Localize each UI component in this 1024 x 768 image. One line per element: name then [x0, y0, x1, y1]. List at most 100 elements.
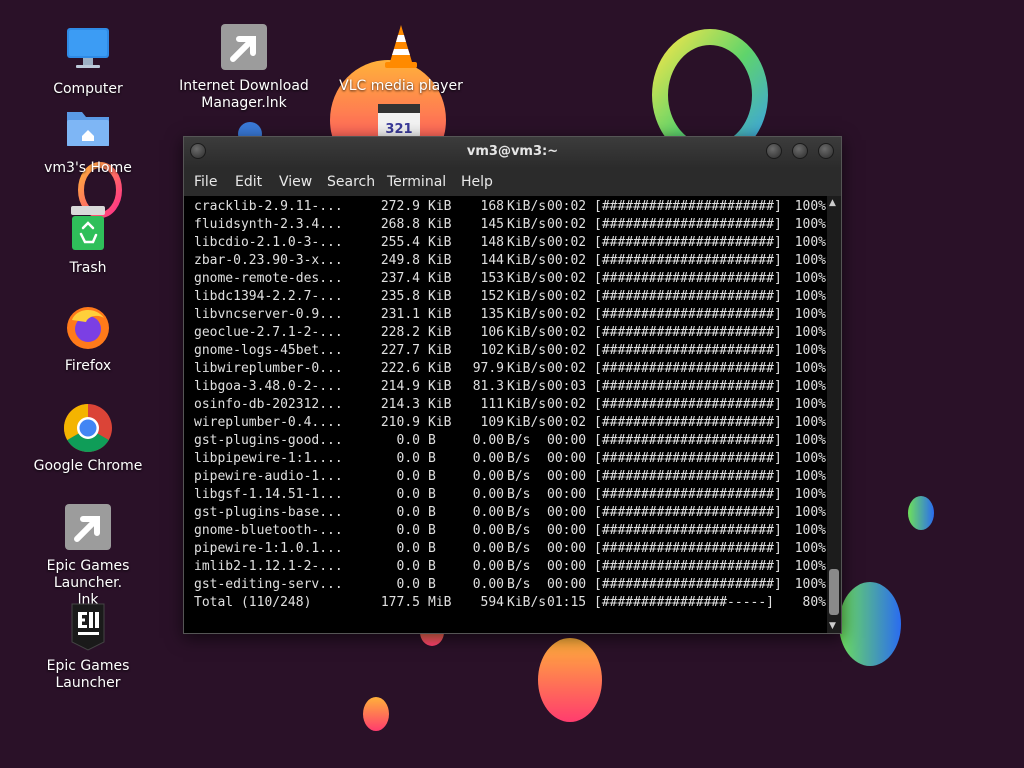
terminal-name: imlib2-1.12.1-2-...: [194, 559, 343, 574]
terminal-unit: KiB: [428, 253, 452, 268]
terminal-bar: [######################]: [594, 577, 782, 592]
terminal-rate-unit: KiB/s: [507, 199, 547, 214]
terminal-pct: 100%: [794, 199, 826, 214]
terminal-pct: 100%: [794, 451, 826, 466]
desktop-icon-label: Epic Games Launcher: [46, 658, 130, 691]
terminal-rate-unit: B/s: [507, 487, 531, 502]
terminal-rate-unit: KiB/s: [507, 415, 547, 430]
terminal-name: libwireplumber-0...: [194, 361, 343, 376]
menu-view[interactable]: View: [279, 174, 312, 190]
terminal-unit: B: [428, 487, 436, 502]
desktop-icon-home[interactable]: vm3's Home: [13, 104, 163, 177]
terminal-name: libgoa-3.48.0-2-...: [194, 379, 343, 394]
terminal-size: 0.0: [396, 487, 420, 502]
shortcut-icon: [218, 22, 270, 74]
close-button[interactable]: [818, 143, 834, 159]
terminal-time: 00:00: [547, 469, 587, 484]
terminal-size: 249.8: [380, 253, 420, 268]
terminal-size: 0.0: [396, 451, 420, 466]
terminal-pct: 100%: [794, 361, 826, 376]
terminal-name: pipewire-audio-1...: [194, 469, 343, 484]
terminal-time: 00:00: [547, 505, 587, 520]
terminal-name: libpipewire-1:1....: [194, 451, 343, 466]
terminal-scrollbar[interactable]: ▲ ▼: [827, 196, 841, 633]
menu-edit[interactable]: Edit: [235, 174, 262, 190]
scroll-down-arrow-icon[interactable]: ▼: [829, 621, 836, 631]
terminal-unit: KiB: [428, 307, 452, 322]
terminal-time: 00:00: [547, 487, 587, 502]
terminal-bar: [######################]: [594, 415, 782, 430]
epic-games-icon: [62, 602, 114, 654]
desktop-icon-google-chrome[interactable]: Google Chrome: [13, 402, 163, 475]
terminal-time: 00:02: [547, 199, 587, 214]
terminal-rate: 0.00: [472, 541, 504, 556]
scroll-up-arrow-icon[interactable]: ▲: [829, 198, 836, 208]
terminal-unit: B: [428, 523, 436, 538]
terminal-rate: 148: [480, 235, 504, 250]
terminal-unit: KiB: [428, 397, 452, 412]
terminal-pct: 100%: [794, 271, 826, 286]
terminal-bar: [######################]: [594, 253, 782, 268]
terminal-bar: [######################]: [594, 199, 782, 214]
terminal-rate: 594: [480, 595, 504, 610]
terminal-unit: KiB: [428, 271, 452, 286]
minimize-button[interactable]: [766, 143, 782, 159]
desktop-icon-vlc[interactable]: VLC media player: [326, 22, 476, 95]
menu-help[interactable]: Help: [461, 174, 493, 190]
terminal-time: 01:15: [547, 595, 587, 610]
terminal-menubar: File Edit View Search Terminal Help: [184, 168, 841, 196]
terminal-rate-unit: B/s: [507, 433, 531, 448]
terminal-time: 00:00: [547, 559, 587, 574]
desktop-icon-label: Internet Download Manager.lnk: [179, 78, 309, 111]
terminal-rate-unit: KiB/s: [507, 289, 547, 304]
desktop-icon-label: VLC media player: [339, 78, 463, 94]
desktop-icon-internet-download-manager[interactable]: Internet Download Manager.lnk: [169, 22, 319, 112]
desktop-icon-label: Google Chrome: [33, 458, 143, 474]
vlc-cone-icon: [375, 22, 427, 74]
desktop-icon-epic-games-launcher[interactable]: Epic Games Launcher: [13, 602, 163, 692]
desktop-icon-firefox[interactable]: Firefox: [13, 302, 163, 375]
terminal-rate: 97.9: [472, 361, 504, 376]
terminal-rate: 144: [480, 253, 504, 268]
scrollbar-thumb[interactable]: [829, 569, 839, 615]
terminal-rate: 0.00: [472, 433, 504, 448]
firefox-icon: [62, 302, 114, 354]
terminal-unit: B: [428, 469, 436, 484]
terminal-time: 00:00: [547, 433, 587, 448]
terminal-rate-unit: KiB/s: [507, 379, 547, 394]
terminal-rate-unit: KiB/s: [507, 595, 547, 610]
terminal-rate-unit: KiB/s: [507, 253, 547, 268]
terminal-titlebar[interactable]: vm3@vm3:~: [184, 137, 841, 168]
terminal-pct: 100%: [794, 343, 826, 358]
terminal-pct: 100%: [794, 505, 826, 520]
terminal-pct: 100%: [794, 559, 826, 574]
terminal-window[interactable]: vm3@vm3:~ File Edit View Search Terminal…: [183, 136, 842, 634]
desktop-icon-trash[interactable]: Trash: [13, 204, 163, 277]
terminal-name: gnome-logs-45bet...: [194, 343, 343, 358]
terminal-time: 00:00: [547, 577, 587, 592]
terminal-bar: [######################]: [594, 379, 782, 394]
desktop-icon-epic-games-launcher-lnk[interactable]: Epic Games Launcher. lnk: [13, 502, 163, 609]
terminal-unit: KiB: [428, 235, 452, 250]
desktop-icon-computer[interactable]: Computer: [13, 25, 163, 98]
menu-search[interactable]: Search: [327, 174, 375, 190]
menu-terminal[interactable]: Terminal: [387, 174, 446, 190]
terminal-name: geoclue-2.7.1-2-...: [194, 325, 343, 340]
menu-file[interactable]: File: [194, 174, 217, 190]
terminal-name: fluidsynth-2.3.4...: [194, 217, 343, 232]
terminal-rate: 0.00: [472, 523, 504, 538]
wallpaper-tiny-orb: [908, 496, 934, 530]
terminal-unit: KiB: [428, 361, 452, 376]
maximize-button[interactable]: [792, 143, 808, 159]
terminal-unit: B: [428, 559, 436, 574]
terminal-rate-unit: KiB/s: [507, 361, 547, 376]
terminal-pct: 80%: [802, 595, 826, 610]
terminal-pct: 100%: [794, 523, 826, 538]
terminal-time: 00:02: [547, 343, 587, 358]
terminal-name: libcdio-2.1.0-3-...: [194, 235, 343, 250]
terminal-time: 00:02: [547, 361, 587, 376]
terminal-time: 00:02: [547, 397, 587, 412]
terminal-output[interactable]: cracklib-2.9.11-... 272.9 KiB 168 KiB/s 00:02…: [184, 196, 827, 633]
terminal-name: gst-plugins-good...: [194, 433, 343, 448]
terminal-rate: 102: [480, 343, 504, 358]
